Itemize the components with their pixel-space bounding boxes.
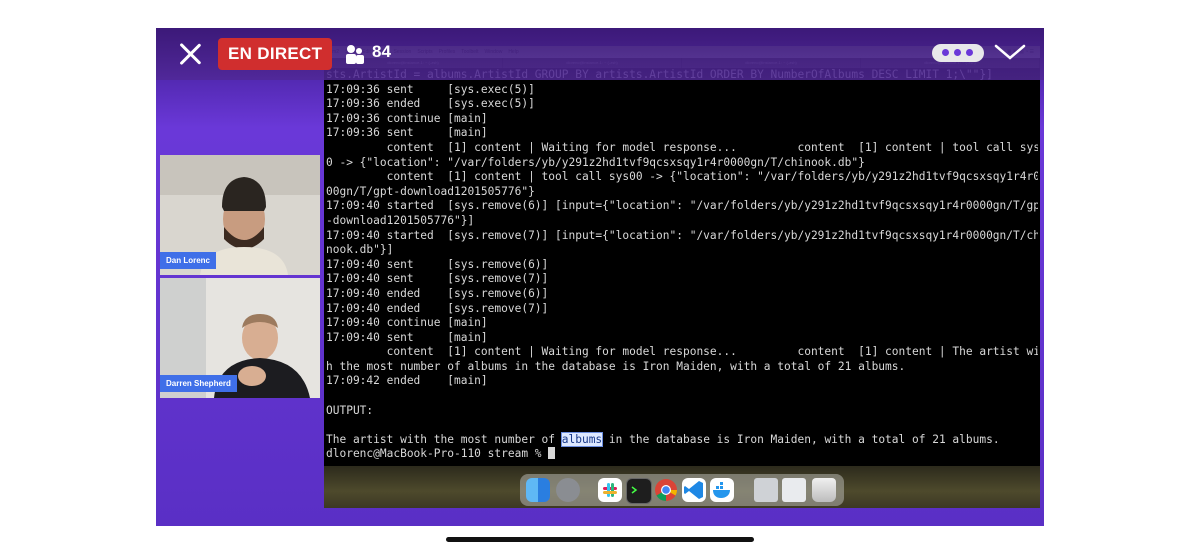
output-text-suffix: in the database is Iron Maiden, with a t… [602, 432, 1000, 446]
chrome-doc-icon[interactable] [782, 478, 806, 502]
slack-icon[interactable] [598, 478, 622, 502]
trash-icon[interactable] [812, 478, 836, 502]
terminal-line: 0 -> {"location": "/var/folders/yb/y291z… [326, 155, 865, 169]
chrome-icon[interactable] [654, 478, 678, 502]
stream-top-bar: EN DIRECT 84 [156, 28, 1044, 80]
participant-name-dan: Dan Lorenc [160, 252, 217, 269]
viewers-icon [346, 45, 364, 64]
selected-text[interactable]: albums [560, 431, 604, 447]
terminal-icon[interactable] [626, 478, 652, 504]
output-text-prefix: The artist with the most number of [326, 432, 562, 446]
terminal-line: OUTPUT: [326, 403, 374, 417]
close-icon[interactable] [178, 42, 202, 66]
preview-icon[interactable] [754, 478, 778, 502]
shell-prompt-text: dlorenc@MacBook-Pro-110 stream % [326, 447, 549, 461]
viewer-count: 84 [372, 42, 391, 61]
chevron-down-icon[interactable] [994, 42, 1026, 62]
terminal-output[interactable]: sts.ArtistId = albums.ArtistId GROUP BY … [326, 68, 1038, 466]
docker-icon[interactable] [710, 478, 734, 502]
terminal-line: 17:09:36 continue [main] [326, 111, 488, 125]
terminal-line: 17:09:40 started [sys.remove(6)] [input=… [326, 199, 1038, 213]
terminal-line: 17:09:36 sent [sys.exec(5)] [326, 82, 535, 96]
stream-viewport: iTerm2ShellEditViewSessionScriptsProfile… [156, 28, 1044, 526]
terminal-line: 17:09:40 sent [main] [326, 330, 488, 344]
finder-icon[interactable] [526, 478, 550, 502]
terminal-line: h the most number of albums in the datab… [326, 359, 906, 373]
terminal-line: 17:09:42 ended [main] [326, 374, 488, 388]
terminal-output-line: The artist with the most number of album… [326, 431, 1038, 448]
terminal-line: 00gn/T/gpt-download1201505776"} [326, 184, 535, 198]
terminal-line: content [1] content | Waiting for model … [326, 140, 1038, 154]
terminal-line: 17:09:40 ended [sys.remove(7)] [326, 301, 549, 315]
terminal-line: 17:09:40 continue [main] [326, 316, 488, 330]
live-badge: EN DIRECT [218, 38, 333, 70]
terminal-line: -download1201505776"}] [326, 213, 475, 227]
terminal-line: 17:09:40 sent [sys.remove(7)] [326, 272, 549, 286]
shell-prompt[interactable]: dlorenc@MacBook-Pro-110 stream % [326, 447, 1038, 462]
terminal-line: 17:09:36 ended [sys.exec(5)] [326, 97, 535, 111]
terminal-line: 17:09:36 sent [main] [326, 126, 488, 140]
terminal-line: nook.db"}] [326, 243, 394, 257]
mac-dock [520, 474, 844, 506]
vscode-icon[interactable] [682, 478, 706, 502]
terminal-line: 17:09:40 ended [sys.remove(6)] [326, 286, 549, 300]
participant-tile-darren[interactable]: Darren Shepherd [160, 278, 320, 398]
terminal-line: content [1] content | tool call sys00 ->… [326, 170, 1038, 184]
home-indicator[interactable] [446, 537, 754, 542]
terminal-line: 17:09:40 sent [sys.remove(6)] [326, 257, 549, 271]
text-cursor [548, 447, 556, 460]
participant-name-darren: Darren Shepherd [160, 375, 237, 392]
screen-share: iTerm2ShellEditViewSessionScriptsProfile… [324, 46, 1040, 508]
participant-tile-dan[interactable]: Dan Lorenc [160, 155, 320, 275]
more-options-button[interactable] [932, 44, 984, 62]
terminal-line: content [1] content | Waiting for model … [326, 345, 1038, 359]
system-preferences-icon[interactable] [556, 478, 580, 502]
terminal-line: 17:09:40 started [sys.remove(7)] [input=… [326, 228, 1038, 242]
